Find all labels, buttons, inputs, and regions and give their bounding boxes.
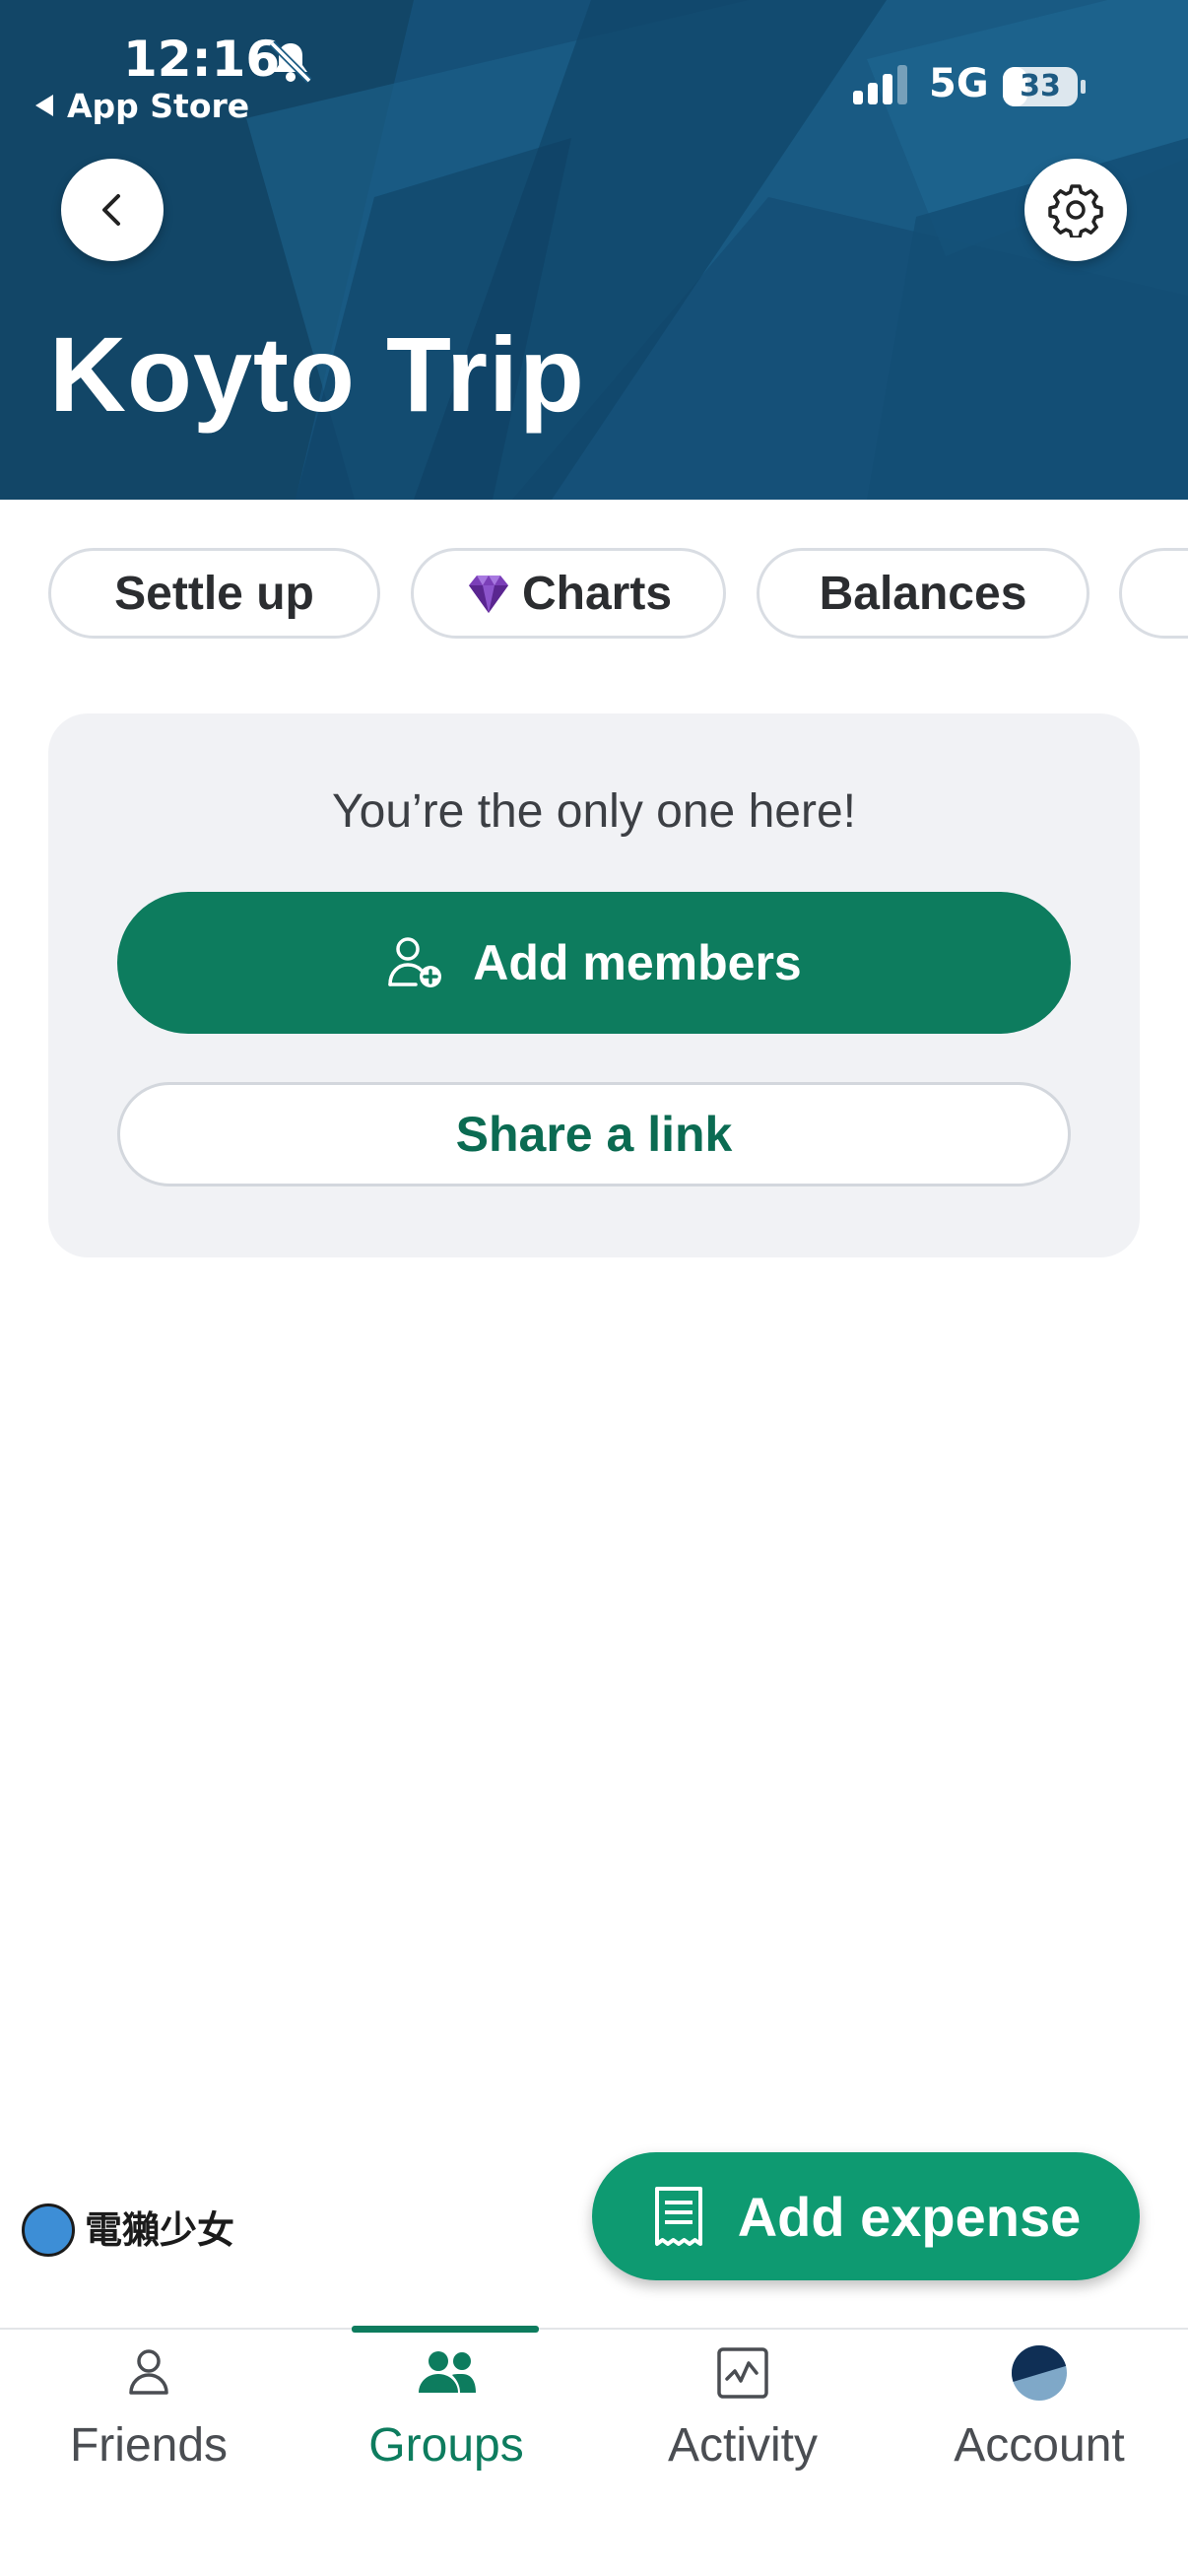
add-expense-label: Add expense	[737, 2185, 1082, 2248]
group-icon	[419, 2351, 476, 2393]
charts-chip[interactable]: Charts	[411, 548, 726, 639]
group-title: Koyto Trip	[49, 314, 585, 434]
back-triangle-icon	[35, 94, 53, 116]
share-link-label: Share a link	[455, 1107, 733, 1162]
gem-icon	[468, 576, 508, 613]
battery-tip	[1081, 80, 1086, 94]
chevron-left-icon	[102, 194, 120, 226]
bottom-nav: Friends Groups Activity Account	[0, 2326, 1188, 2576]
empty-state-card: You’re the only one here! Add members Sh…	[48, 713, 1140, 1257]
person-icon	[129, 2349, 168, 2395]
nav-account-label: Account	[954, 2419, 1125, 2472]
nav-activity-label: Activity	[667, 2419, 818, 2472]
balances-chip[interactable]: Balances	[757, 548, 1089, 639]
share-link-button[interactable]: Share a link	[117, 1082, 1071, 1186]
activity-icon	[717, 2347, 768, 2399]
add-person-icon	[388, 937, 442, 987]
receipt-icon	[654, 2187, 702, 2246]
add-expense-button[interactable]: Add expense	[592, 2152, 1140, 2280]
nav-activity[interactable]: Activity	[594, 2330, 891, 2527]
watermark-text: 電獺少女	[85, 2208, 235, 2252]
only-one-message: You’re the only one here!	[332, 785, 856, 838]
add-members-button[interactable]: Add members	[117, 892, 1071, 1034]
battery-icon: 33	[1003, 67, 1078, 106]
next-chip-partial[interactable]	[1119, 548, 1188, 639]
nav-friends-label: Friends	[69, 2419, 229, 2472]
network-label: 5G	[929, 61, 989, 106]
signal-icon	[853, 65, 907, 104]
nav-friends[interactable]: Friends	[0, 2330, 297, 2527]
balances-label: Balances	[819, 567, 1027, 620]
mascot-icon	[22, 2203, 75, 2257]
add-members-label: Add members	[473, 935, 802, 990]
status-time: 12:16	[123, 31, 281, 88]
back-to-app-store[interactable]: App Store	[35, 87, 249, 126]
settle-up-label: Settle up	[114, 567, 314, 620]
group-header: 12:16 App Store 5G 33 Koyto Trip	[0, 0, 1188, 500]
nav-account[interactable]: Account	[891, 2330, 1188, 2527]
avatar-icon	[1012, 2345, 1067, 2401]
group-settings-button[interactable]	[1024, 159, 1127, 261]
back-app-label: App Store	[67, 87, 250, 125]
back-button[interactable]	[61, 159, 164, 261]
gear-icon	[1048, 184, 1103, 237]
bell-slash-icon	[269, 40, 312, 84]
settle-up-chip[interactable]: Settle up	[48, 548, 380, 639]
watermark-logo: 電獺少女	[22, 2196, 238, 2265]
nav-groups[interactable]: Groups	[297, 2330, 595, 2527]
nav-groups-label: Groups	[368, 2419, 524, 2472]
battery-level: 33	[1020, 69, 1061, 103]
charts-label: Charts	[521, 567, 673, 620]
